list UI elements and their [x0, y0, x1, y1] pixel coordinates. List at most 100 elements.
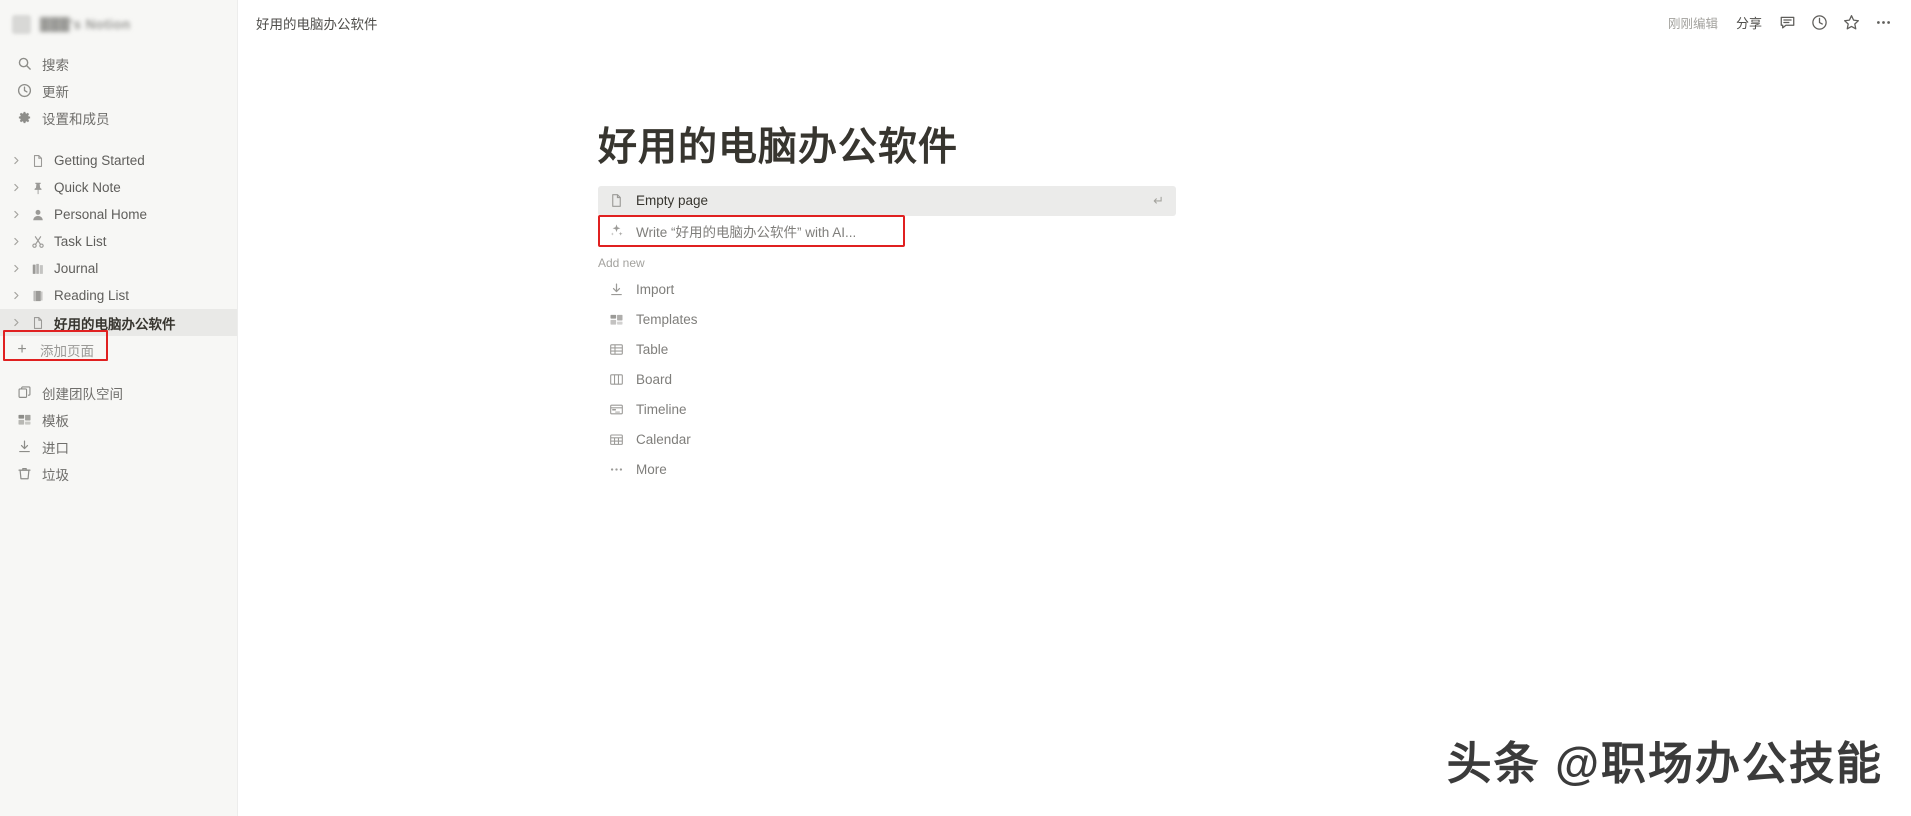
add-new-templates[interactable]: Templates: [598, 305, 1176, 335]
empty-page-label: Empty page: [636, 193, 709, 209]
add-new-timeline[interactable]: Timeline: [598, 395, 1176, 425]
add-new-calendar[interactable]: Calendar: [598, 425, 1176, 455]
chevron-right-icon[interactable]: [8, 153, 24, 169]
pushpin-icon: [28, 178, 47, 197]
sidebar-page-quick-note[interactable]: Quick Note: [0, 174, 237, 201]
sidebar-item-templates[interactable]: 模板: [0, 406, 237, 433]
gear-icon: [16, 109, 33, 126]
calendar-icon: [606, 430, 626, 450]
add-new-label: Table: [636, 342, 669, 358]
person-icon: [28, 205, 47, 224]
plus-icon: +: [17, 340, 27, 358]
top-bar: 好用的电脑办公软件 刚刚编辑 分享: [238, 0, 1911, 45]
write-with-ai-label: Write “好用的电脑办公软件” with AI...: [636, 224, 857, 240]
chevron-right-icon[interactable]: [8, 288, 24, 304]
sidebar-item-label: 搜索: [42, 57, 69, 73]
sidebar-item-label: 创建团队空间: [42, 386, 123, 402]
breadcrumb[interactable]: 好用的电脑办公软件: [250, 10, 384, 36]
timeline-icon: [606, 400, 626, 420]
workspace-switcher[interactable]: ███'s Notion: [0, 6, 237, 42]
ellipsis-icon: [606, 460, 626, 480]
chevron-right-icon[interactable]: [8, 315, 24, 331]
teamspace-icon: [16, 384, 33, 401]
history-clock-icon[interactable]: [1805, 9, 1833, 37]
books-icon: [28, 259, 47, 278]
sidebar-item-settings[interactable]: 设置和成员: [0, 104, 237, 131]
sidebar-item-label: 更新: [42, 84, 69, 100]
sidebar-page-label: Reading List: [54, 288, 130, 303]
sidebar-bottom-gap: [0, 363, 237, 379]
ai-sparkle-icon: [606, 221, 626, 241]
sidebar-item-search[interactable]: 搜索: [0, 50, 237, 77]
chevron-right-icon[interactable]: [8, 261, 24, 277]
empty-page-option[interactable]: Empty page ↵: [598, 185, 1176, 216]
sidebar-page-getting-started[interactable]: Getting Started: [0, 147, 237, 174]
watermark: 头条 @职场办公技能: [1446, 738, 1883, 789]
edited-status: 刚刚编辑: [1667, 17, 1718, 31]
add-new-label: Board: [636, 372, 673, 388]
add-page-wrapper: + 添加页面: [0, 330, 237, 363]
add-new-more[interactable]: More: [598, 455, 1176, 485]
document-icon: [28, 151, 47, 170]
templates-icon: [606, 310, 626, 330]
add-new-label: Timeline: [636, 402, 687, 418]
chevron-right-icon[interactable]: [8, 180, 24, 196]
sidebar-item-label: 垃圾: [42, 467, 69, 483]
sidebar-item-import[interactable]: 进口: [0, 433, 237, 460]
trash-icon: [16, 465, 33, 482]
sidebar-page-label: Getting Started: [54, 153, 145, 168]
add-new-label: Calendar: [636, 432, 691, 448]
sidebar-item-label: 进口: [42, 440, 69, 456]
share-button[interactable]: 分享: [1729, 9, 1769, 36]
new-page-suggestions: Empty page ↵ Write “好用的电脑办公软件” with AI..…: [598, 185, 1176, 485]
chevron-right-icon[interactable]: [8, 234, 24, 250]
add-new-table[interactable]: Table: [598, 335, 1176, 365]
board-icon: [606, 370, 626, 390]
page-title[interactable]: 好用的电脑办公软件: [598, 125, 1911, 172]
star-icon[interactable]: [1837, 9, 1865, 37]
scissors-icon: [28, 232, 47, 251]
add-page-button[interactable]: + 添加页面: [0, 336, 237, 363]
sidebar-item-trash[interactable]: 垃圾: [0, 460, 237, 487]
add-new-label: More: [636, 462, 667, 478]
write-with-ai-row[interactable]: Write “好用的电脑办公软件” with AI...: [598, 216, 1176, 246]
sidebar-item-label: 模板: [42, 413, 69, 429]
sidebar-item-create-teamspace[interactable]: 创建团队空间: [0, 379, 237, 406]
comment-icon[interactable]: [1773, 9, 1801, 37]
sidebar-page-personal-home[interactable]: Personal Home: [0, 201, 237, 228]
import-icon: [606, 280, 626, 300]
sidebar-page-journal[interactable]: Journal: [0, 255, 237, 282]
sidebar-divider-gap: [0, 131, 237, 147]
sidebar-page-label: Task List: [54, 234, 107, 249]
topbar-actions: 刚刚编辑 分享: [1661, 9, 1897, 37]
add-new-label: Import: [636, 282, 675, 298]
sidebar-page-label: 好用的电脑办公软件: [54, 316, 176, 332]
sidebar-page-reading-list[interactable]: Reading List: [0, 282, 237, 309]
sidebar-page-label: Personal Home: [54, 207, 148, 222]
add-new-label: Templates: [636, 312, 698, 328]
add-new-board[interactable]: Board: [598, 365, 1176, 395]
templates-icon: [16, 411, 33, 428]
document-icon: [606, 191, 626, 211]
add-new-header: Add new: [598, 255, 645, 270]
sidebar-page-current[interactable]: 好用的电脑办公软件: [0, 309, 237, 336]
sidebar-page-task-list[interactable]: Task List: [0, 228, 237, 255]
sidebar: ███'s Notion 搜索 更新 设置和成员 Getting Started…: [0, 0, 238, 816]
table-icon: [606, 340, 626, 360]
sidebar-page-label: Quick Note: [54, 180, 121, 195]
clock-updates-icon: [16, 82, 33, 99]
add-new-import[interactable]: Import: [598, 275, 1176, 305]
sidebar-item-updates[interactable]: 更新: [0, 77, 237, 104]
workspace-avatar: [12, 14, 31, 34]
page-content: 好用的电脑办公软件 Empty page ↵ Write “好用的电脑办公软件”…: [238, 45, 1911, 485]
document-icon: [28, 313, 47, 332]
search-icon: [16, 55, 33, 72]
chevron-right-icon[interactable]: [8, 207, 24, 223]
add-page-label: 添加页面: [40, 343, 94, 359]
sidebar-page-label: Journal: [54, 261, 99, 276]
import-icon: [16, 438, 33, 455]
notebook-icon: [28, 286, 47, 305]
enter-key-hint: ↵: [1153, 192, 1164, 208]
more-options-icon[interactable]: [1869, 9, 1897, 37]
workspace-name: ███'s Notion: [40, 16, 131, 32]
